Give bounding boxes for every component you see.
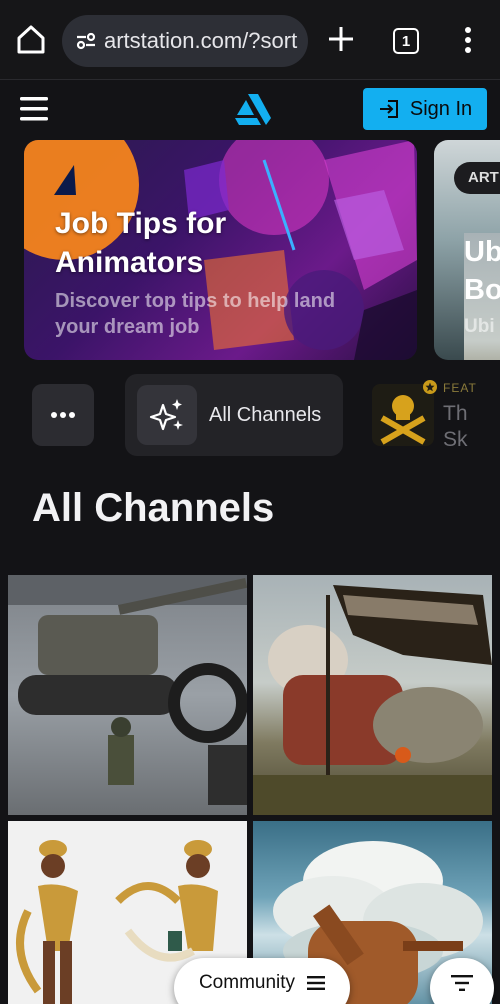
section-title: All Channels	[32, 486, 275, 530]
artwork-thumbnail	[253, 585, 492, 815]
url-text: artstation.com/?sort	[104, 28, 298, 53]
sign-in-label: Sign In	[409, 97, 473, 120]
banner-title: Ub Bo	[464, 233, 500, 360]
star-badge-icon	[423, 380, 437, 394]
banner-subtitle: Discover top tips to help land your drea…	[55, 290, 336, 338]
hamburger-menu-icon[interactable]	[20, 96, 48, 122]
site-settings-icon[interactable]	[74, 29, 98, 53]
banner-tag: ART	[454, 162, 500, 194]
site-header: Sign In	[0, 80, 500, 140]
address-bar[interactable]: artstation.com/?sort	[62, 15, 308, 67]
artstation-logo[interactable]	[234, 92, 272, 126]
promo-banner-next[interactable]: ART Ub Bo Ubi	[434, 140, 500, 360]
new-tab-icon[interactable]	[326, 24, 356, 54]
sign-in-button[interactable]: Sign In	[363, 88, 487, 130]
banner-subtitle: Ubi	[464, 316, 495, 337]
tab-switcher-icon[interactable]: 1	[393, 28, 419, 54]
promo-banner-job-tips[interactable]: Job Tips for Animators Discover top tips…	[24, 140, 417, 360]
list-icon	[307, 976, 326, 990]
sparkle-icon-box	[137, 385, 197, 445]
community-label: Community	[198, 972, 296, 993]
browser-toolbar: artstation.com/?sort 1	[0, 0, 500, 80]
more-vert-icon[interactable]	[456, 24, 480, 56]
channel-label: All Channels	[209, 403, 322, 426]
filter-icon	[451, 975, 473, 991]
gallery-item[interactable]	[8, 575, 247, 815]
featured-channel-name: Th Sk	[443, 402, 468, 451]
more-channels-button[interactable]	[32, 384, 94, 446]
channel-chip-featured[interactable]: FEAT Th Sk	[372, 378, 500, 454]
sparkle-icon	[149, 399, 183, 431]
login-icon	[379, 100, 398, 118]
channel-chip-all[interactable]: All Channels	[125, 374, 343, 456]
community-filter-button[interactable]: Community	[174, 958, 350, 1004]
featured-label: FEAT	[443, 381, 477, 395]
more-horiz-icon	[51, 412, 75, 418]
gallery-item[interactable]	[253, 575, 492, 815]
home-icon[interactable]	[14, 22, 48, 56]
banner-title: Job Tips for Animators	[55, 207, 227, 279]
artwork-thumbnail	[8, 575, 247, 805]
